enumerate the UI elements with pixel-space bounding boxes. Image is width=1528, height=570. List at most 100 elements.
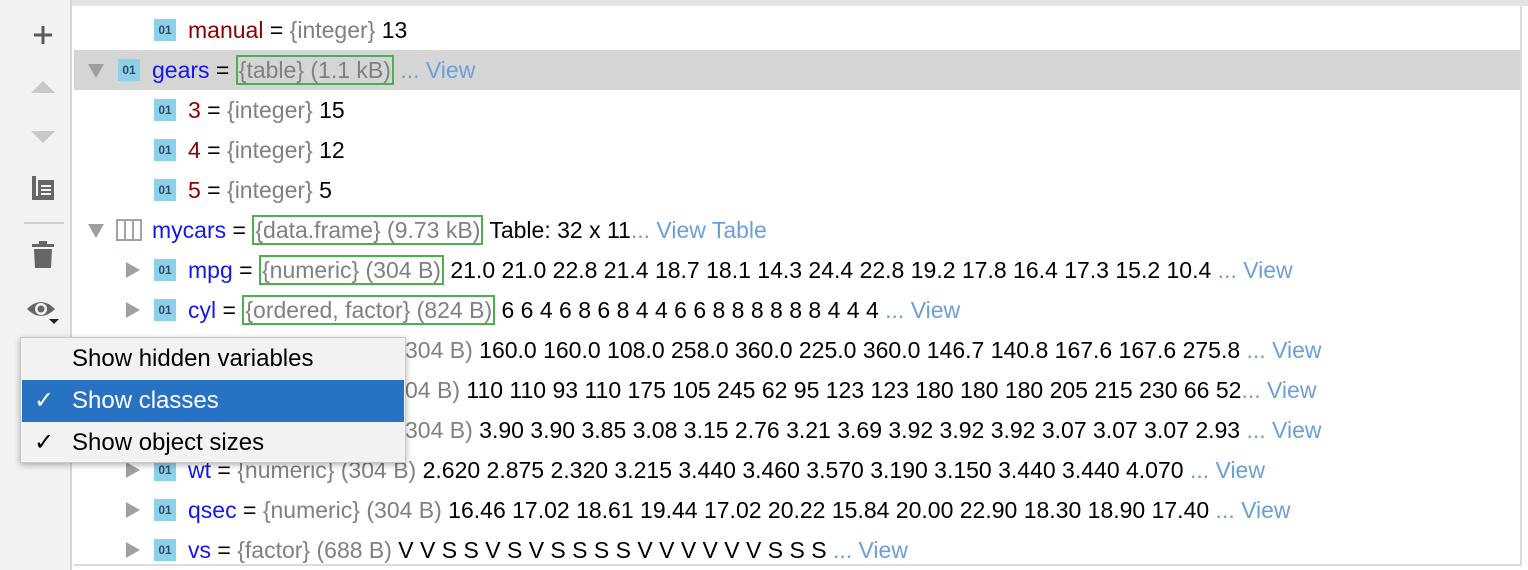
tree-row[interactable]: 01 manual = {integer} 13: [74, 10, 1520, 50]
variable-class: {integer}: [289, 17, 376, 43]
view-link[interactable]: ... View: [1218, 257, 1293, 283]
variable-values: 15: [312, 97, 345, 123]
variable-values: Table: 32 x 11: [483, 217, 631, 243]
tree-row[interactable]: 01 4 = {integer} 12: [74, 130, 1520, 170]
variable-values: 12: [312, 137, 345, 163]
menu-item-show-classes[interactable]: ✓ Show classes: [22, 380, 404, 422]
eye-icon: [27, 302, 59, 324]
variables-tree: 01 manual = {integer} 13 01 gears = {table}…: [74, 6, 1522, 566]
variable-name: 3: [188, 97, 201, 123]
equals-sign: =: [226, 217, 253, 243]
equals-sign: =: [263, 17, 290, 43]
view-link[interactable]: ... View: [1190, 457, 1265, 483]
variable-name: mpg: [188, 257, 233, 283]
numeric-icon: 01: [154, 539, 176, 561]
equals-sign: =: [200, 177, 228, 203]
variables-toolbar: [0, 0, 72, 570]
equals-sign: =: [236, 497, 263, 523]
variable-values: 21.0 21.0 22.8 21.4 18.7 18.1 14.3 24.4 …: [443, 257, 1218, 283]
delete-button[interactable]: [22, 237, 64, 273]
numeric-icon: 01: [154, 499, 176, 521]
variable-values: V V S S V S V S S S S V V V V V V S S S: [391, 537, 833, 563]
view-link[interactable]: ... View: [1241, 377, 1316, 403]
copy-icon: [32, 176, 54, 200]
equals-sign: =: [200, 97, 228, 123]
tree-row[interactable]: 01 gears = {table} (1.1 kB) ... View: [74, 50, 1520, 90]
variable-class: {integer}: [227, 97, 313, 123]
tree-row[interactable]: 01 5 = {integer} 5: [74, 170, 1520, 210]
tree-row[interactable]: 01 cyl = {ordered, factor} (824 B) 6 6 4 …: [74, 290, 1520, 330]
variable-values: 6 6 4 6 8 6 8 4 4 6 6 8 8 8 8 8 8 4 4 4: [495, 297, 886, 323]
numeric-icon: 01: [154, 299, 176, 321]
expand-arrow-icon[interactable]: [126, 302, 140, 318]
variable-values: 2.620 2.875 2.320 3.215 3.440 3.460 3.57…: [416, 457, 1190, 483]
menu-item-label: Show object sizes: [72, 429, 265, 456]
numeric-icon: 01: [118, 59, 140, 81]
variable-name: 5: [188, 177, 201, 203]
expand-arrow-icon[interactable]: [126, 462, 140, 478]
tree-row[interactable]: 01 mpg = {numeric} (304 B) 21.0 21.0 22.8…: [74, 250, 1520, 290]
numeric-icon: 01: [154, 99, 176, 121]
expand-arrow-icon[interactable]: [126, 262, 140, 278]
variable-values: 110 110 93 110 175 105 245 62 95 123 123…: [459, 377, 1242, 403]
variable-name: 4: [188, 137, 201, 163]
view-link[interactable]: ... View: [1247, 337, 1322, 363]
variable-size: 304 B): [405, 337, 473, 363]
check-icon: ✓: [34, 387, 55, 414]
expand-arrow-icon[interactable]: [126, 502, 140, 518]
numeric-icon: 01: [154, 139, 176, 161]
equals-sign: =: [211, 537, 238, 563]
view-link[interactable]: ... View: [833, 537, 908, 563]
variable-name: manual: [188, 17, 264, 43]
variable-values: 5: [312, 177, 332, 203]
numeric-icon: 01: [154, 179, 176, 201]
view-options-button[interactable]: [22, 290, 64, 326]
variable-name: cyl: [188, 297, 217, 323]
view-link[interactable]: ... View: [1246, 417, 1321, 443]
move-down-button[interactable]: [22, 119, 64, 155]
move-down-icon: [31, 131, 55, 143]
variable-name: qsec: [188, 497, 237, 523]
toolbar-divider: [24, 222, 64, 224]
variable-class: {integer}: [227, 137, 313, 163]
menu-item-label: Show hidden variables: [72, 345, 314, 372]
numeric-icon: 01: [154, 259, 176, 281]
equals-sign: =: [232, 257, 259, 283]
table-icon: [116, 219, 142, 241]
view-link[interactable]: ... View: [885, 297, 960, 323]
collapse-arrow-icon[interactable]: [88, 64, 104, 78]
move-up-button[interactable]: [22, 69, 64, 105]
variable-size: 04 B): [405, 377, 460, 403]
view-options-menu: Show hidden variables ✓ Show classes ✓ Show …: [20, 337, 406, 463]
collapse-arrow-icon[interactable]: [88, 224, 104, 238]
copy-button[interactable]: [22, 170, 64, 206]
check-icon: ✓: [34, 429, 55, 456]
variable-name: gears: [152, 57, 210, 83]
variable-values: 3.90 3.90 3.85 3.08 3.15 2.76 3.21 3.69 …: [472, 417, 1247, 443]
variable-class: {integer}: [227, 177, 313, 203]
equals-sign: =: [209, 57, 236, 83]
move-up-icon: [31, 81, 55, 93]
variable-class: {ordered, factor} (824 B): [242, 295, 496, 325]
add-icon: [34, 26, 52, 44]
add-button[interactable]: [22, 17, 64, 53]
trash-icon: [32, 241, 54, 268]
tree-row[interactable]: 01 3 = {integer} 15: [74, 90, 1520, 130]
view-link[interactable]: ... View: [400, 57, 475, 83]
equals-sign: =: [200, 137, 228, 163]
menu-item-show-hidden-variables[interactable]: Show hidden variables: [22, 338, 404, 380]
numeric-icon: 01: [154, 19, 176, 41]
expand-arrow-icon[interactable]: [126, 542, 140, 558]
variable-name: vs: [188, 537, 211, 563]
tree-row[interactable]: mycars = {data.frame} (9.73 kB) Table: 3…: [74, 210, 1520, 250]
equals-sign: =: [216, 297, 243, 323]
view-link[interactable]: ... View: [1216, 497, 1291, 523]
variable-size: 304 B): [405, 417, 473, 443]
variable-class: {table} (1.1 kB): [235, 55, 394, 85]
view-link[interactable]: ... View Table: [631, 217, 767, 243]
menu-item-show-object-sizes[interactable]: ✓ Show object sizes: [22, 422, 404, 464]
tree-row[interactable]: 01 qsec = {numeric} (304 B) 16.46 17.02 1…: [74, 490, 1520, 530]
variable-class: {numeric} (304 B): [262, 497, 442, 523]
tree-row[interactable]: 01 vs = {factor} (688 B) V V S S V S V S …: [74, 530, 1520, 564]
variable-values: 13: [375, 17, 408, 43]
